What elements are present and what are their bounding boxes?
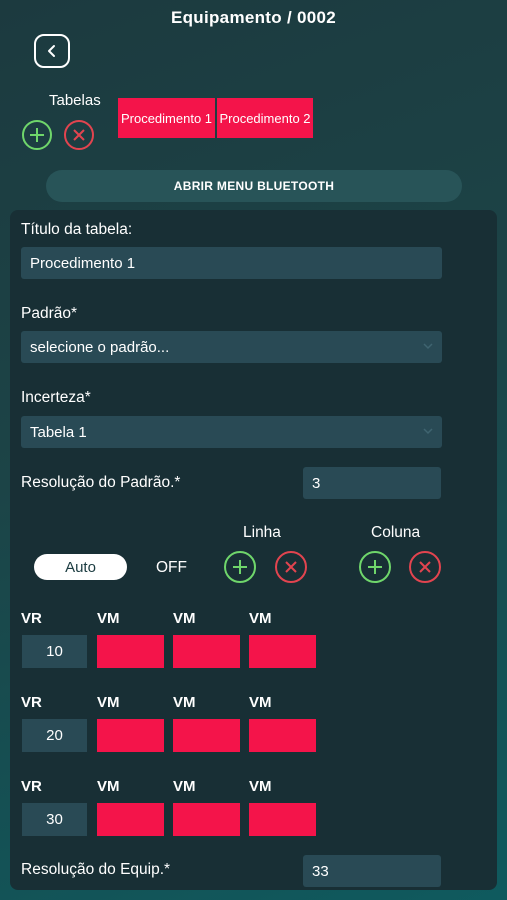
close-icon bbox=[73, 129, 85, 141]
vm-header: VM bbox=[173, 610, 196, 627]
page-title: Equipamento / 0002 bbox=[170, 8, 337, 27]
vr-header: VR bbox=[21, 610, 42, 627]
vr-header: VR bbox=[21, 694, 42, 711]
plus-icon bbox=[368, 560, 382, 574]
add-row-button[interactable] bbox=[224, 551, 256, 583]
remove-table-button[interactable] bbox=[64, 120, 94, 150]
vm-header: VM bbox=[97, 778, 120, 795]
equip-resolution-label: Resolução do Equip.* bbox=[21, 861, 171, 878]
open-bluetooth-menu-button[interactable]: ABRIR MENU BLUETOOTH bbox=[46, 170, 462, 202]
tab-procedimento-1[interactable]: Procedimento 1 bbox=[118, 98, 215, 138]
add-column-button[interactable] bbox=[359, 551, 391, 583]
vm-header: VM bbox=[249, 778, 272, 795]
auto-toggle[interactable]: Auto bbox=[34, 554, 127, 580]
vr-input[interactable]: 10 bbox=[22, 635, 87, 668]
column-label: Coluna bbox=[371, 524, 421, 541]
vr-header: VR bbox=[21, 778, 42, 795]
chevron-down-icon bbox=[423, 343, 433, 350]
vm-header: VM bbox=[173, 778, 196, 795]
table-title-label: Título da tabela: bbox=[21, 221, 133, 238]
back-button[interactable] bbox=[34, 34, 70, 68]
uncertainty-select[interactable]: Tabela 1 bbox=[21, 416, 442, 448]
uncertainty-label: Incerteza* bbox=[21, 389, 91, 406]
vm-input[interactable] bbox=[173, 719, 240, 752]
vm-header: VM bbox=[249, 610, 272, 627]
uncertainty-select-value: Tabela 1 bbox=[30, 423, 87, 441]
close-icon bbox=[285, 561, 297, 573]
tables-label: Tabelas bbox=[49, 92, 101, 109]
table-title-input[interactable]: Procedimento 1 bbox=[21, 247, 442, 279]
vm-input[interactable] bbox=[173, 635, 240, 668]
standard-resolution-input[interactable]: 3 bbox=[303, 467, 441, 499]
standard-select[interactable]: selecione o padrão... bbox=[21, 331, 442, 363]
plus-icon bbox=[30, 128, 44, 142]
row-label: Linha bbox=[243, 524, 281, 541]
plus-icon bbox=[233, 560, 247, 574]
vm-input[interactable] bbox=[97, 803, 164, 836]
standard-select-value: selecione o padrão... bbox=[30, 338, 170, 356]
vm-input[interactable] bbox=[97, 719, 164, 752]
chevron-down-icon bbox=[423, 428, 433, 435]
vm-input[interactable] bbox=[97, 635, 164, 668]
vm-input[interactable] bbox=[173, 803, 240, 836]
standard-label: Padrão* bbox=[21, 305, 78, 322]
off-label: OFF bbox=[156, 559, 187, 576]
vm-header: VM bbox=[249, 694, 272, 711]
standard-resolution-label: Resolução do Padrão.* bbox=[21, 474, 181, 491]
remove-column-button[interactable] bbox=[409, 551, 441, 583]
tab-procedimento-2[interactable]: Procedimento 2 bbox=[217, 98, 313, 138]
vm-input[interactable] bbox=[249, 719, 316, 752]
vm-header: VM bbox=[97, 610, 120, 627]
add-table-button[interactable] bbox=[22, 120, 52, 150]
close-icon bbox=[419, 561, 431, 573]
vr-input[interactable]: 30 bbox=[22, 803, 87, 836]
chevron-left-icon bbox=[48, 45, 55, 57]
vm-header: VM bbox=[173, 694, 196, 711]
equip-resolution-input[interactable]: 33 bbox=[303, 855, 441, 887]
vm-input[interactable] bbox=[249, 635, 316, 668]
vm-header: VM bbox=[97, 694, 120, 711]
vm-input[interactable] bbox=[249, 803, 316, 836]
remove-row-button[interactable] bbox=[275, 551, 307, 583]
vr-input[interactable]: 20 bbox=[22, 719, 87, 752]
